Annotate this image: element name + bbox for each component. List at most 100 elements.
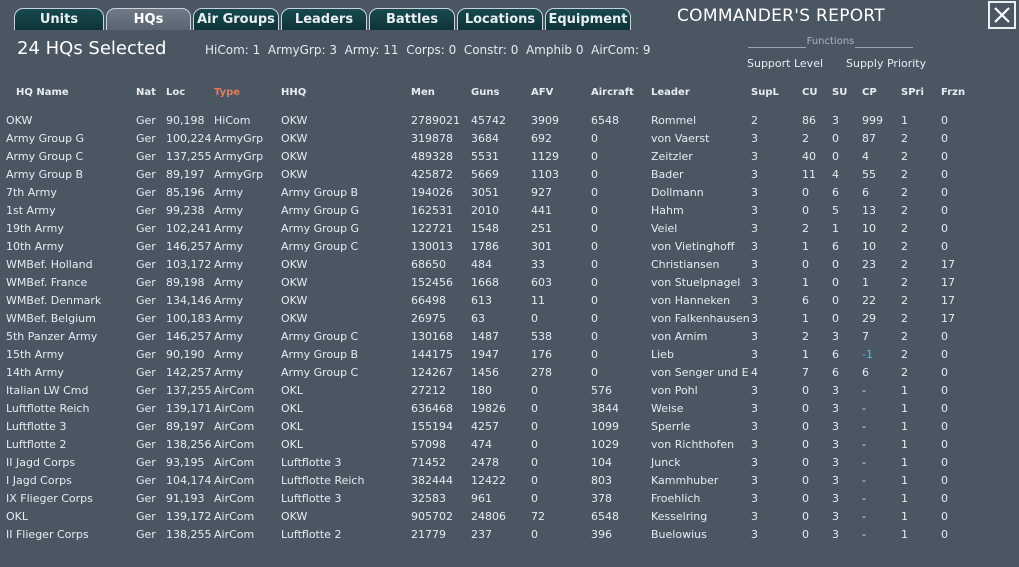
cell-men: 144175	[411, 348, 453, 361]
cell-aircraft: 0	[591, 366, 598, 379]
cell-nat: Ger	[136, 150, 156, 163]
table-row[interactable]: WMBef. Holland Ger 103,172 Army OKW 68650 484 3…	[0, 257, 1000, 275]
cell-guns: 1548	[471, 222, 499, 235]
table-row[interactable]: 1st Army Ger 99,238 Army Army Group G 162531 2…	[0, 203, 1000, 221]
cell-men: 425872	[411, 168, 453, 181]
column-header-hhq[interactable]: HHQ	[281, 87, 306, 98]
column-header-spri[interactable]: SPri	[901, 87, 924, 98]
tab-battles[interactable]: Battles	[369, 8, 455, 30]
column-header-loc[interactable]: Loc	[166, 87, 185, 98]
table-row[interactable]: WMBef. Belgium Ger 100,183 Army OKW 26975 63 0 0…	[0, 311, 1000, 329]
column-header-nat[interactable]: Nat	[136, 87, 156, 98]
cell-men: 162531	[411, 204, 453, 217]
cell-nat: Ger	[136, 240, 156, 253]
cell-leader: Kammhuber	[651, 474, 719, 487]
cell-hq-name: OKW	[6, 114, 33, 127]
column-header-frzn[interactable]: Frzn	[941, 87, 965, 98]
table-row[interactable]: 14th Army Ger 142,257 Army Army Group C 12426…	[0, 365, 1000, 383]
tab-locations[interactable]: Locations	[457, 8, 543, 30]
column-header-hq-name[interactable]: HQ Name	[16, 87, 69, 98]
cell-men: 155194	[411, 420, 453, 433]
cell-aircraft: 0	[591, 204, 598, 217]
column-header-type[interactable]: Type	[214, 87, 240, 98]
tab-hqs[interactable]: HQs	[106, 8, 191, 30]
cell-supl: 3	[751, 222, 758, 235]
cell-frzn: 0	[941, 510, 948, 523]
cell-guns: 1487	[471, 330, 499, 343]
column-header-aircraft[interactable]: Aircraft	[591, 87, 634, 98]
tab-leaders[interactable]: Leaders	[281, 8, 367, 30]
table-row[interactable]: Army Group C Ger 137,255 ArmyGrp OKW 489328 55…	[0, 149, 1000, 167]
table-row[interactable]: I Jagd Corps Ger 104,174 AirCom Luftflotte R…	[0, 473, 1000, 491]
support-level-button[interactable]: Support Level	[747, 57, 823, 70]
column-header-leader[interactable]: Leader	[651, 87, 690, 98]
column-header-supl[interactable]: SupL	[751, 87, 779, 98]
tab-equipment[interactable]: Equipment	[545, 8, 631, 30]
table-row[interactable]: WMBef. France Ger 89,198 Army OKW 152456 1668 6…	[0, 275, 1000, 293]
cell-type: AirCom	[214, 510, 255, 523]
cell-su: 5	[832, 204, 839, 217]
table-row[interactable]: Luftflotte 2 Ger 138,256 AirCom OKL 57098 474 0…	[0, 437, 1000, 455]
table-row[interactable]: Italian LW Cmd Ger 137,255 AirCom OKL 27212 18…	[0, 383, 1000, 401]
table-row[interactable]: Army Group G Ger 100,224 ArmyGrp OKW 319878 36…	[0, 131, 1000, 149]
cell-frzn: 17	[941, 276, 955, 289]
cell-men: 122721	[411, 222, 453, 235]
table-row[interactable]: 19th Army Ger 102,241 Army Army Group G 12272…	[0, 221, 1000, 239]
cell-afv: 692	[531, 132, 552, 145]
column-header-men[interactable]: Men	[411, 87, 435, 98]
cell-cp: -	[862, 402, 866, 415]
cell-aircraft: 0	[591, 168, 598, 181]
tab-units[interactable]: Units	[14, 8, 104, 30]
cell-loc: 139,171	[166, 402, 212, 415]
column-header-cp[interactable]: CP	[862, 87, 877, 98]
table-row[interactable]: Army Group B Ger 89,197 ArmyGrp OKW 425872 566…	[0, 167, 1000, 185]
cell-men: 71452	[411, 456, 446, 469]
cell-leader: Buelowius	[651, 528, 707, 541]
table-row[interactable]: II Flieger Corps Ger 138,255 AirCom Luftflot…	[0, 527, 1000, 545]
table-row[interactable]: Luftflotte Reich Ger 139,171 AirCom OKL 63646…	[0, 401, 1000, 419]
cell-supl: 3	[751, 276, 758, 289]
table-row[interactable]: 5th Panzer Army Ger 146,257 Army Army Group …	[0, 329, 1000, 347]
cell-hq-name: I Jagd Corps	[6, 474, 72, 487]
column-header-su[interactable]: SU	[832, 87, 847, 98]
column-header-afv[interactable]: AFV	[531, 87, 553, 98]
cell-hq-name: II Jagd Corps	[6, 456, 76, 469]
close-button[interactable]	[988, 1, 1016, 29]
table-row[interactable]: Luftflotte 3 Ger 89,197 AirCom OKL 155194 4257…	[0, 419, 1000, 437]
cell-hhq: Luftflotte 2	[281, 528, 342, 541]
cell-afv: 0	[531, 474, 538, 487]
cell-type: Army	[214, 204, 244, 217]
table-row[interactable]: 15th Army Ger 90,190 Army Army Group B 144175…	[0, 347, 1000, 365]
cell-spri: 2	[901, 204, 908, 217]
cell-cp: 55	[862, 168, 876, 181]
cell-spri: 1	[901, 420, 908, 433]
cell-hq-name: 5th Panzer Army	[6, 330, 98, 343]
cell-leader: Junck	[651, 456, 681, 469]
cell-cp: 29	[862, 312, 876, 325]
cell-loc: 91,193	[166, 492, 205, 505]
cell-loc: 89,197	[166, 168, 205, 181]
tab-air-groups[interactable]: Air Groups	[193, 8, 279, 30]
table-row[interactable]: OKL Ger 139,172 AirCom OKW 905702 24806 72 6548 K…	[0, 509, 1000, 527]
cell-frzn: 0	[941, 132, 948, 145]
cell-afv: 927	[531, 186, 552, 199]
cell-cu: 0	[802, 186, 809, 199]
table-row[interactable]: 7th Army Ger 85,196 Army Army Group B 194026 3…	[0, 185, 1000, 203]
column-header-guns[interactable]: Guns	[471, 87, 499, 98]
cell-spri: 1	[901, 438, 908, 451]
supply-priority-button[interactable]: Supply Priority	[846, 57, 926, 70]
cell-afv: 278	[531, 366, 552, 379]
divider	[855, 47, 913, 48]
cell-aircraft: 378	[591, 492, 612, 505]
table-row[interactable]: OKW Ger 90,198 HiCom OKW 2789021 45742 3909 6548…	[0, 113, 1000, 131]
cell-cu: 0	[802, 402, 809, 415]
table-row[interactable]: 10th Army Ger 146,257 Army Army Group C 13001…	[0, 239, 1000, 257]
cell-afv: 0	[531, 492, 538, 505]
cell-spri: 2	[901, 132, 908, 145]
table-row[interactable]: WMBef. Denmark Ger 134,146 Army OKW 66498 613 1…	[0, 293, 1000, 311]
column-header-cu[interactable]: CU	[802, 87, 817, 98]
cell-aircraft: 803	[591, 474, 612, 487]
table-row[interactable]: IX Flieger Corps Ger 91,193 AirCom Luftflott…	[0, 491, 1000, 509]
cell-spri: 1	[901, 474, 908, 487]
table-row[interactable]: II Jagd Corps Ger 93,195 AirCom Luftflotte 3…	[0, 455, 1000, 473]
